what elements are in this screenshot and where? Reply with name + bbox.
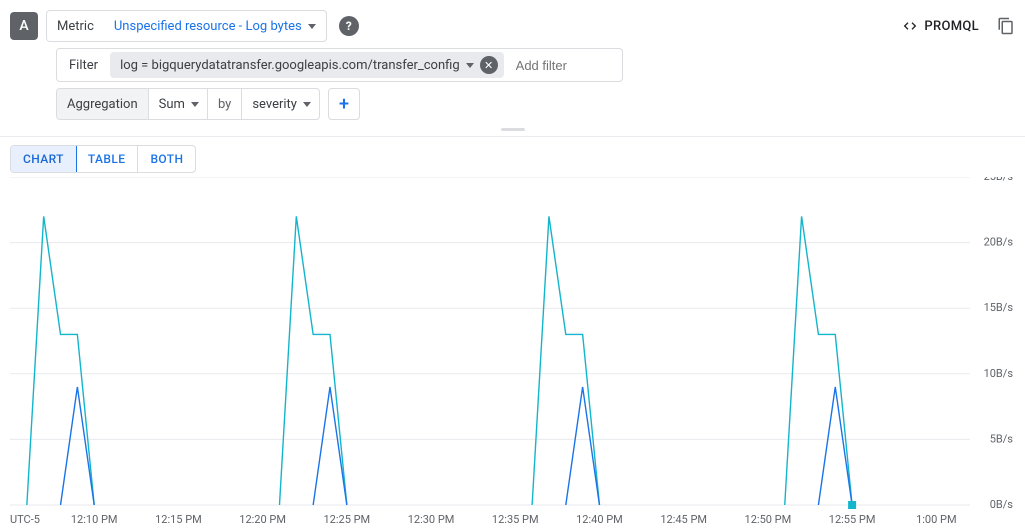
metric-value-text: Unspecified resource - Log bytes bbox=[114, 19, 302, 34]
aggregation-func-text: Sum bbox=[159, 97, 185, 112]
svg-text:5B/s: 5B/s bbox=[990, 432, 1014, 445]
promql-button[interactable]: PROMQL bbox=[902, 18, 979, 34]
svg-text:1:00 PM: 1:00 PM bbox=[916, 513, 956, 526]
svg-text:0B/s: 0B/s bbox=[990, 498, 1014, 511]
groupby-dropdown[interactable]: severity bbox=[241, 89, 319, 119]
metric-value[interactable]: Unspecified resource - Log bytes bbox=[104, 11, 326, 41]
y-axis: 0B/s 5B/s 10B/s 15B/s 20B/s 25B/s bbox=[984, 177, 1014, 511]
chart-area[interactable]: UTC-5 12:10 PM 12:15 PM 12:20 PM 12:25 PM 12:… bbox=[10, 177, 1015, 528]
svg-text:12:25 PM: 12:25 PM bbox=[324, 513, 371, 526]
svg-text:25B/s: 25B/s bbox=[984, 177, 1014, 183]
help-icon[interactable]: ? bbox=[339, 16, 359, 36]
divider bbox=[0, 136, 1025, 137]
plot-area bbox=[27, 216, 856, 509]
svg-text:12:40 PM: 12:40 PM bbox=[576, 513, 623, 526]
remove-filter-icon[interactable]: ✕ bbox=[480, 56, 498, 74]
chevron-down-icon bbox=[303, 102, 311, 107]
x-axis: UTC-5 12:10 PM 12:15 PM 12:20 PM 12:25 PM 12:… bbox=[10, 513, 957, 526]
tab-table[interactable]: TABLE bbox=[76, 146, 139, 172]
chevron-down-icon bbox=[466, 63, 474, 68]
code-icon bbox=[902, 18, 918, 34]
svg-text:UTC-5: UTC-5 bbox=[10, 513, 40, 526]
filter-box: Filter log = bigquerydatatransfer.google… bbox=[56, 48, 623, 82]
svg-text:12:30 PM: 12:30 PM bbox=[408, 513, 455, 526]
query-badge: A bbox=[10, 12, 38, 40]
promql-label: PROMQL bbox=[924, 19, 979, 34]
filter-label: Filter bbox=[57, 58, 110, 73]
tab-both[interactable]: BOTH bbox=[138, 146, 195, 172]
svg-text:20B/s: 20B/s bbox=[984, 236, 1014, 249]
tab-chart[interactable]: CHART bbox=[10, 145, 77, 173]
svg-text:12:20 PM: 12:20 PM bbox=[239, 513, 286, 526]
svg-text:12:10 PM: 12:10 PM bbox=[71, 513, 118, 526]
chevron-down-icon bbox=[191, 102, 199, 107]
filter-chip[interactable]: log = bigquerydatatransfer.googleapis.co… bbox=[110, 52, 504, 78]
by-label: by bbox=[207, 89, 241, 119]
groupby-text: severity bbox=[252, 97, 297, 112]
chevron-down-icon bbox=[308, 24, 316, 29]
metric-selector[interactable]: Metric Unspecified resource - Log bytes bbox=[46, 10, 327, 42]
svg-text:12:50 PM: 12:50 PM bbox=[745, 513, 792, 526]
filter-chip-text: log = bigquerydatatransfer.googleapis.co… bbox=[120, 58, 460, 73]
drag-handle[interactable] bbox=[0, 124, 1025, 134]
svg-text:10B/s: 10B/s bbox=[984, 367, 1014, 380]
aggregation-label: Aggregation bbox=[57, 89, 148, 119]
aggregation-group: Aggregation Sum by severity bbox=[56, 88, 320, 120]
svg-text:12:15 PM: 12:15 PM bbox=[155, 513, 202, 526]
svg-text:15B/s: 15B/s bbox=[984, 301, 1014, 314]
metric-label: Metric bbox=[47, 11, 104, 41]
svg-text:12:55 PM: 12:55 PM bbox=[829, 513, 876, 526]
line-chart-svg: UTC-5 12:10 PM 12:15 PM 12:20 PM 12:25 PM 12:… bbox=[10, 177, 1015, 528]
view-tabs: CHART TABLE BOTH bbox=[10, 145, 196, 173]
copy-icon[interactable] bbox=[997, 17, 1015, 35]
svg-text:12:35 PM: 12:35 PM bbox=[492, 513, 539, 526]
add-filter-input[interactable] bbox=[508, 49, 618, 81]
add-aggregation-button[interactable]: + bbox=[328, 88, 360, 120]
aggregation-func-dropdown[interactable]: Sum bbox=[148, 89, 207, 119]
svg-text:12:45 PM: 12:45 PM bbox=[660, 513, 707, 526]
